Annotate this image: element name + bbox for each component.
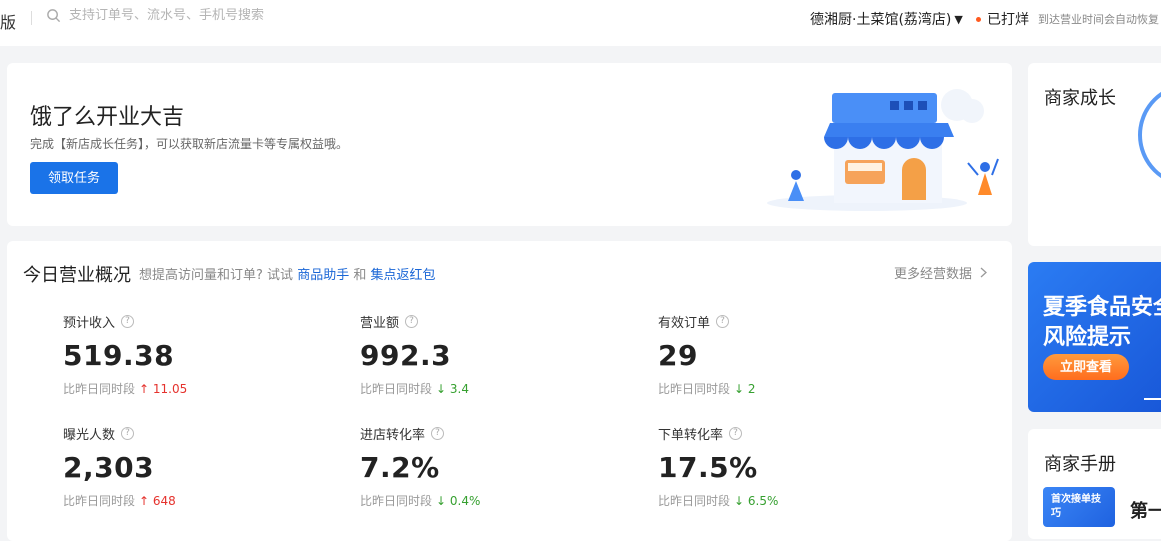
arrow-down-icon: ↓ [436, 494, 447, 508]
metric-compare: 比昨日同时段 ↓ 3.4 [360, 380, 640, 397]
metric-label: 营业额 [360, 316, 400, 331]
metric-value: 29 [658, 339, 698, 372]
metric-delta: 0.4% [449, 494, 481, 508]
metric-delta: 3.4 [449, 382, 469, 396]
status-dot-icon [976, 16, 981, 22]
product-assistant-link[interactable]: 商品助手 [297, 268, 349, 283]
help-icon[interactable]: ? [716, 315, 730, 328]
arrow-down-icon: ↓ [436, 382, 447, 396]
tip-and: 和 [353, 268, 367, 283]
metric-delta: 2 [747, 382, 756, 396]
help-icon[interactable]: ? [121, 315, 135, 328]
growth-ring-icon [1138, 91, 1161, 179]
more-data-link[interactable]: 更多经营数据 [894, 263, 987, 282]
compare-label: 比昨日同时段 [658, 494, 731, 508]
manual-thumbnail[interactable]: 首次接单技巧 [1043, 487, 1115, 527]
claim-task-button[interactable]: 领取任务 [30, 162, 118, 194]
points-redpack-link[interactable]: 集点返红包 [371, 268, 436, 283]
metric-compare: 比昨日同时段 ↑ 648 [63, 492, 343, 509]
promo-title-line1: 夏季食品安全 [1043, 295, 1161, 320]
banner-desc: 完成【新店成长任务】，可以获取新店流量卡等专属权益哦。 [30, 137, 349, 151]
growth-title: 商家成长 [1044, 88, 1116, 109]
metric-value: 2,303 [63, 451, 155, 484]
store-name: 德湘厨·土菜馆(荔湾店) [810, 12, 952, 28]
compare-label: 比昨日同时段 [360, 494, 433, 508]
arrow-up-icon: ↑ [139, 382, 150, 396]
opening-banner: 饿了么开业大吉 完成【新店成长任务】，可以获取新店流量卡等专属权益哦。 领取任务 [7, 63, 1012, 226]
metric-value: 17.5% [658, 451, 758, 484]
banner-title: 饿了么开业大吉 [30, 105, 185, 130]
help-icon[interactable]: ? [121, 427, 135, 440]
metric-delta: 11.05 [152, 382, 188, 396]
metric-value: 7.2% [360, 451, 440, 484]
food-safety-promo[interactable]: 夏季食品安全 风险提示 立即查看 [1028, 262, 1161, 412]
top-bar: 版 德湘厨·土菜馆(荔湾店) ▼ 已打烊 到达营业时间会自动恢复 [0, 0, 1161, 46]
metric-delta: 648 [152, 494, 176, 508]
chevron-right-icon [980, 267, 987, 278]
metric-value: 992.3 [360, 339, 452, 372]
search-icon [47, 9, 61, 23]
today-overview: 今日营业概况 想提高访问量和订单? 试试 商品助手 和 集点返红包 更多经营数据… [7, 241, 1012, 541]
metric-store-conversion: 进店转化率? 7.2% 比昨日同时段 ↓ 0.4% [360, 424, 640, 509]
metric-compare: 比昨日同时段 ↓ 6.5% [658, 492, 938, 509]
metric-delta: 6.5% [747, 494, 779, 508]
metric-label: 下单转化率 [658, 428, 724, 443]
tip-prefix: 想提高访问量和订单? 试试 [139, 268, 294, 283]
metric-compare: 比昨日同时段 ↓ 2 [658, 380, 938, 397]
metric-valid-orders: 有效订单? 29 比昨日同时段 ↓ 2 [658, 312, 938, 397]
metric-exposure: 曝光人数? 2,303 比昨日同时段 ↑ 648 [63, 424, 343, 509]
metric-label: 曝光人数 [63, 428, 116, 443]
help-icon[interactable]: ? [431, 427, 445, 440]
brand-name: 版 [0, 13, 17, 32]
metric-turnover: 营业额? 992.3 比昨日同时段 ↓ 3.4 [360, 312, 640, 397]
promo-title-line2: 风险提示 [1043, 325, 1132, 350]
search-box[interactable] [46, 8, 329, 23]
store-selector[interactable]: 德湘厨·土菜馆(荔湾店) ▼ [810, 9, 963, 29]
manual-item-title[interactable]: 第一 [1130, 497, 1161, 523]
help-icon[interactable]: ? [729, 427, 743, 440]
metric-label: 预计收入 [63, 316, 116, 331]
manual-title: 商家手册 [1044, 454, 1116, 475]
carousel-indicator[interactable] [1144, 398, 1161, 400]
divider [31, 11, 32, 25]
compare-label: 比昨日同时段 [63, 382, 136, 396]
metric-label: 进店转化率 [360, 428, 426, 443]
compare-label: 比昨日同时段 [63, 494, 136, 508]
overview-title: 今日营业概况 [23, 265, 131, 286]
storefront-illustration [767, 89, 999, 211]
compare-label: 比昨日同时段 [658, 382, 731, 396]
status-text: 已打烊 [987, 12, 1029, 28]
overview-tip: 想提高访问量和订单? 试试 商品助手 和 集点返红包 [139, 264, 436, 283]
arrow-up-icon: ↑ [139, 494, 150, 508]
metric-label: 有效订单 [658, 316, 711, 331]
arrow-down-icon: ↓ [734, 494, 745, 508]
metric-order-conversion: 下单转化率? 17.5% 比昨日同时段 ↓ 6.5% [658, 424, 938, 509]
metric-expected-income: 预计收入? 519.38 比昨日同时段 ↑ 11.05 [63, 312, 343, 397]
metric-compare: 比昨日同时段 ↓ 0.4% [360, 492, 640, 509]
caret-down-icon: ▼ [954, 12, 963, 26]
search-input[interactable] [69, 8, 329, 23]
store-status[interactable]: 已打烊 [976, 9, 1029, 29]
arrow-down-icon: ↓ [734, 382, 745, 396]
merchant-manual-card: 商家手册 首次接单技巧 第一 [1028, 429, 1161, 539]
help-icon[interactable]: ? [405, 315, 419, 328]
metric-value: 519.38 [63, 339, 175, 372]
status-hint: 到达营业时间会自动恢复 [1038, 13, 1159, 26]
compare-label: 比昨日同时段 [360, 382, 433, 396]
metric-compare: 比昨日同时段 ↑ 11.05 [63, 380, 343, 397]
view-now-button[interactable]: 立即查看 [1043, 354, 1129, 380]
more-data-label: 更多经营数据 [894, 267, 973, 282]
